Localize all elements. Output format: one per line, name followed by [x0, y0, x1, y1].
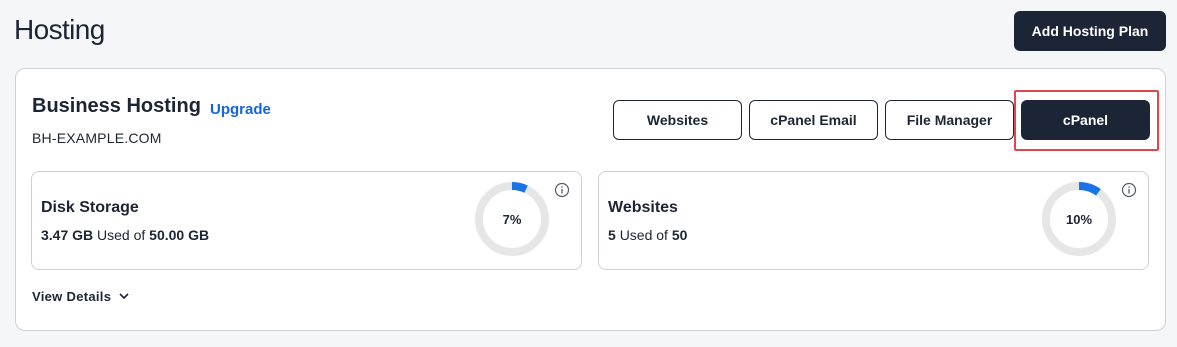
upgrade-link[interactable]: Upgrade — [210, 101, 271, 118]
view-details-label: View Details — [32, 289, 112, 304]
disk-storage-title: Disk Storage — [41, 199, 139, 216]
websites-used-value: 5 — [608, 227, 616, 243]
cpanel-email-button[interactable]: cPanel Email — [749, 100, 878, 140]
websites-title: Websites — [608, 199, 678, 216]
add-hosting-plan-button[interactable]: Add Hosting Plan — [1014, 11, 1166, 51]
info-icon[interactable] — [1121, 182, 1137, 198]
websites-total-value: 50 — [671, 227, 688, 243]
websites-used-of-text: Used of — [619, 227, 668, 243]
plan-name: Business Hosting — [32, 95, 201, 117]
websites-card: Websites 5 Used of 50 10% — [598, 171, 1149, 270]
disk-storage-card: Disk Storage 3.47 GB Used of 50.00 GB 7% — [31, 171, 582, 270]
plan-domain: BH-EXAMPLE.COM — [32, 130, 162, 146]
view-details-toggle[interactable]: View Details — [32, 289, 129, 304]
cpanel-button[interactable]: cPanel — [1021, 100, 1150, 140]
websites-usage: 5 Used of 50 — [608, 227, 687, 243]
disk-usage-percent: 7% — [502, 211, 522, 227]
hosting-plan-card: Business Hosting Upgrade BH-EXAMPLE.COM … — [15, 68, 1166, 331]
info-icon[interactable] — [554, 182, 570, 198]
chevron-down-icon — [119, 293, 129, 300]
file-manager-button[interactable]: File Manager — [885, 100, 1014, 140]
disk-used-value: 3.47 GB — [41, 227, 94, 243]
disk-storage-usage: 3.47 GB Used of 50.00 GB — [41, 227, 209, 243]
disk-used-of-text: Used of — [97, 227, 146, 243]
websites-usage-percent: 10% — [1065, 211, 1093, 227]
page-title: Hosting — [14, 14, 105, 45]
disk-total-value: 50.00 GB — [149, 227, 210, 243]
websites-button[interactable]: Websites — [613, 100, 742, 140]
